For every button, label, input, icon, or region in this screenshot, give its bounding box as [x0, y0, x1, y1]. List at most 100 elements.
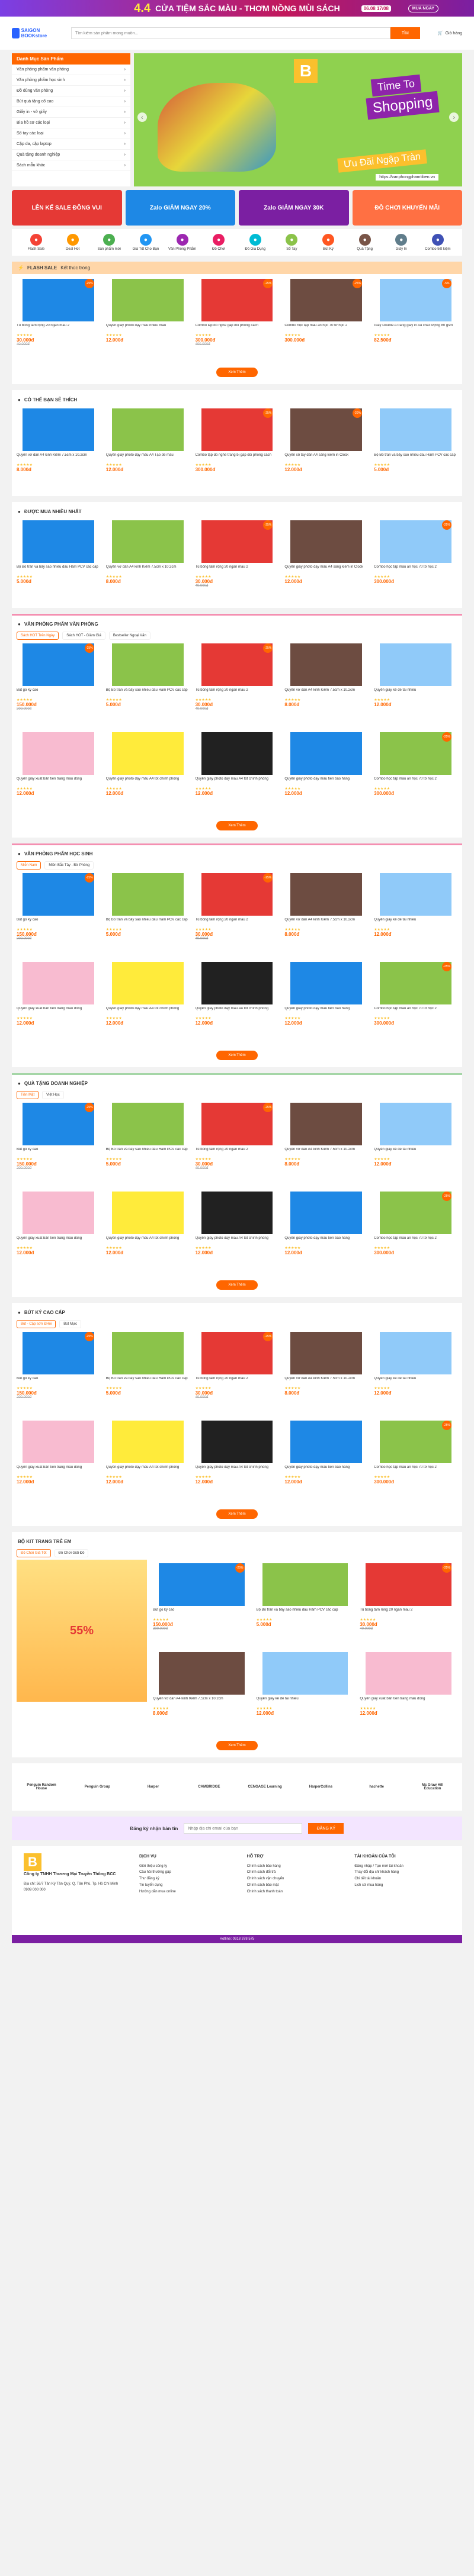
- product-card[interactable]: Quyển giấy photo dạy màu A4 tốt chính ph…: [106, 732, 190, 815]
- product-card[interactable]: Quyển vở dán A4 kinh Kiểm 7.5cm x 10.2cm…: [106, 520, 190, 603]
- product-image[interactable]: [201, 962, 273, 1004]
- footer-link[interactable]: Đăng nhập / Tạo mới tài khoản: [354, 1863, 450, 1870]
- section-tab[interactable]: Miền Bắc Tây - Bờ Phòng: [44, 861, 94, 870]
- product-image[interactable]: [111, 1332, 184, 1374]
- product-image[interactable]: [290, 962, 363, 1004]
- product-card[interactable]: Quyển giấy photo dạy màu A4 tốt chính ph…: [106, 1192, 190, 1274]
- product-card[interactable]: Quyển giấy photo dạy màu tiền bảo hàng ★★…: [284, 1192, 368, 1274]
- product-name[interactable]: Quyển giấy photo dạy màu A4 tốt chính ph…: [106, 777, 190, 787]
- product-image[interactable]: [380, 1332, 451, 1374]
- cart[interactable]: 🛒 Giỏ hàng: [438, 31, 462, 36]
- product-card[interactable]: Quyển giấy photo dạy màu tiền bảo hàng ★★…: [284, 1421, 368, 1503]
- product-name[interactable]: Quyển sổ tay dán A4 sáng kiếm in Clock: [284, 453, 368, 463]
- category-menu-item[interactable]: Giấy in - vở giấy ›: [12, 107, 130, 118]
- product-image[interactable]: -25%: [201, 643, 273, 686]
- product-card[interactable]: Quyển giấy xuất bản tiền trang màu đóng ★…: [360, 1652, 457, 1735]
- quick-link[interactable]: ● Văn Phòng Phẩm: [165, 234, 200, 251]
- product-name[interactable]: Bộ Bồ trấn và bảy sao nhiều dấu Hàm PCV …: [106, 918, 190, 928]
- quick-link[interactable]: ● Combo tiết kiệm: [421, 234, 455, 251]
- product-card[interactable]: Quyển giấy xuất bản tiền trang màu đóng ★…: [17, 1421, 100, 1503]
- product-image[interactable]: -25%: [201, 520, 273, 563]
- quick-link[interactable]: ● Flash Sale: [19, 234, 53, 251]
- product-card[interactable]: -25% Tủ bóng tấm rộng 20 ngăn mẫu 2 ★★★★★ 3…: [196, 1332, 279, 1415]
- product-name[interactable]: Quyển giấy photo dạy màu A4 tốt chính ph…: [106, 1466, 190, 1475]
- product-name[interactable]: Quyển giấy photo dạy màu A4 tốt chính ph…: [106, 1007, 190, 1016]
- product-name[interactable]: Bộ Bồ trấn và bảy sao nhiều dấu Hàm PCV …: [17, 565, 100, 575]
- product-card[interactable]: -25% Bút gỗ ký cao ★★★★★ 150.000đ 200.000đ: [17, 1103, 100, 1186]
- product-card[interactable]: Quyển giấy photo dạy màu nhiều mẫu ★★★★★ 1…: [106, 279, 190, 362]
- product-card[interactable]: Quyển giấy photo dạy màu A4 Tạo dễ màu ★★…: [106, 408, 190, 491]
- brand-logo[interactable]: Penguin Group: [79, 1772, 115, 1802]
- product-image[interactable]: [201, 1421, 273, 1463]
- product-image[interactable]: [262, 1563, 348, 1606]
- product-image[interactable]: [290, 520, 363, 563]
- product-image[interactable]: -25%: [380, 732, 451, 775]
- category-menu-item[interactable]: Quà tặng doanh nghiệp ›: [12, 150, 130, 160]
- footer-link[interactable]: Chính sách vận chuyển: [247, 1876, 343, 1882]
- product-image[interactable]: [159, 1652, 245, 1695]
- section-tab[interactable]: Bút Mực: [59, 1320, 81, 1328]
- product-card[interactable]: Quyển vở dán A4 kinh Kiểm 7.5cm x 10.2cm…: [284, 1332, 368, 1415]
- product-name[interactable]: Quyển giấy photo dạy màu A4 Tạo dễ màu: [106, 453, 190, 463]
- product-name[interactable]: Tủ bóng tấm rộng 20 ngăn mẫu 2: [196, 1377, 279, 1386]
- product-card[interactable]: -25% Combo học tập màu ăn học 70 tờ học 2…: [374, 520, 457, 603]
- product-image[interactable]: -25%: [201, 1332, 273, 1374]
- product-image[interactable]: [201, 732, 273, 775]
- product-name[interactable]: Quyển vở dán A4 kinh Kiểm 7.5cm x 10.2cm: [106, 565, 190, 575]
- product-name[interactable]: Tủ bóng tấm rộng 20 ngăn mẫu 2: [196, 1148, 279, 1157]
- quick-link[interactable]: ● Quà Tặng: [348, 234, 382, 251]
- product-image[interactable]: -25%: [23, 873, 94, 916]
- product-card[interactable]: Quyển giấy photo dạy màu A4 tốt chính ph…: [196, 1421, 279, 1503]
- product-image[interactable]: [290, 1332, 363, 1374]
- slider-prev-icon[interactable]: ‹: [137, 112, 147, 122]
- view-more-button[interactable]: Xem Thêm: [216, 368, 258, 377]
- brand-logo[interactable]: CAMBRIDGE: [191, 1772, 227, 1802]
- product-card[interactable]: Quyển giấy xuất bản tiền trang màu đóng ★…: [17, 962, 100, 1045]
- product-image[interactable]: [290, 643, 363, 686]
- product-card[interactable]: Quyển giấy photo dạy màu A4 tốt chính ph…: [196, 1192, 279, 1274]
- product-name[interactable]: Bộ Bồ trấn và bảy sao nhiều dấu Hàm PCV …: [106, 688, 190, 698]
- product-name[interactable]: Quyển vở dán A4 kinh Kiểm 7.5cm x 10.2cm: [284, 918, 368, 928]
- product-name[interactable]: Bộ Bồ trấn và bảy sao nhiều dấu Hàm PCV …: [374, 453, 457, 463]
- product-card[interactable]: -25% Combo học tập màu ăn học 70 tờ học 2…: [374, 1192, 457, 1274]
- product-image[interactable]: [23, 732, 94, 775]
- section-tab[interactable]: Tiền Mặt: [17, 1091, 39, 1099]
- promo-banner[interactable]: Zalo GIẢM NGAY 30K: [239, 190, 349, 226]
- product-name[interactable]: Bộ Bồ trấn và bảy sao nhiều dấu Hàm PCV …: [257, 1608, 354, 1618]
- product-card[interactable]: Quyển giấy photo dạy màu A4 tốt chính ph…: [106, 962, 190, 1045]
- promo-banner[interactable]: Zalo GIẢM NGAY 20%: [125, 190, 235, 226]
- view-more-button[interactable]: Xem Thêm: [216, 821, 258, 830]
- product-name[interactable]: Combo học tập màu ăn học 70 tờ học 2: [284, 324, 368, 333]
- product-image[interactable]: [111, 643, 184, 686]
- promo-banner[interactable]: LÊN KẾ SALE ĐÔNG VUI: [12, 190, 122, 226]
- product-name[interactable]: Combo học tập màu ăn học 70 tờ học 2: [374, 777, 457, 787]
- footer-link[interactable]: Chi tiết tài khoản: [354, 1876, 450, 1882]
- section-tab[interactable]: Sách HOT Trên Ngày: [17, 632, 59, 640]
- product-name[interactable]: Quyển giấy photo dạy màu A4 tốt chính ph…: [196, 1007, 279, 1016]
- footer-link[interactable]: Lịch sử mua hàng: [354, 1882, 450, 1889]
- product-card[interactable]: Quyển giấy kê đề tài nhiều ★★★★★ 12.000đ: [374, 1103, 457, 1186]
- product-card[interactable]: -25% Tủ bóng tấm rộng 20 ngăn mẫu 2 ★★★★★ 3…: [196, 873, 279, 956]
- category-menu-item[interactable]: Bìa hồ sơ các loại ›: [12, 118, 130, 128]
- product-card[interactable]: -25% Bút gỗ ký cao ★★★★★ 150.000đ 200.000đ: [17, 873, 100, 956]
- product-card[interactable]: Quyển giấy photo dạy màu A4 tốt chính ph…: [196, 962, 279, 1045]
- product-image[interactable]: [380, 408, 451, 451]
- product-name[interactable]: Quyển giấy xuất bản tiền trang màu đóng: [17, 1466, 100, 1475]
- product-card[interactable]: Quyển vở dán A4 kinh Kiểm 7.5cm x 10.2cm…: [284, 643, 368, 726]
- product-name[interactable]: Quyển giấy photo dạy màu A4 tốt chính ph…: [196, 777, 279, 787]
- product-name[interactable]: Quyển giấy photo dạy màu tiền bảo hàng: [284, 1237, 368, 1246]
- product-name[interactable]: Bút gỗ ký cao: [17, 1377, 100, 1386]
- category-menu-item[interactable]: Văn phòng phẩm văn phòng ›: [12, 65, 130, 75]
- product-card[interactable]: -5% Giấy Double A trắng giấy in A4 chất l…: [374, 279, 457, 362]
- product-image[interactable]: -25%: [201, 279, 273, 321]
- product-image[interactable]: -25%: [23, 279, 94, 321]
- section-tab[interactable]: Việt Học: [42, 1091, 64, 1099]
- product-card[interactable]: -25% Combo tập đồ nghề trang bị gấp đôi p…: [196, 408, 279, 491]
- product-name[interactable]: Quyển giấy xuất bản tiền trang màu đóng: [17, 1237, 100, 1246]
- product-image[interactable]: [201, 1192, 273, 1234]
- quick-link[interactable]: ● Sản phẩm mới: [92, 234, 126, 251]
- footer-link[interactable]: Chính sách bảo hàng: [247, 1863, 343, 1870]
- product-name[interactable]: Quyển giấy photo dạy màu A4 tốt chính ph…: [106, 1237, 190, 1246]
- product-image[interactable]: [111, 279, 184, 321]
- footer-link[interactable]: Giới thiệu công ty: [139, 1863, 235, 1870]
